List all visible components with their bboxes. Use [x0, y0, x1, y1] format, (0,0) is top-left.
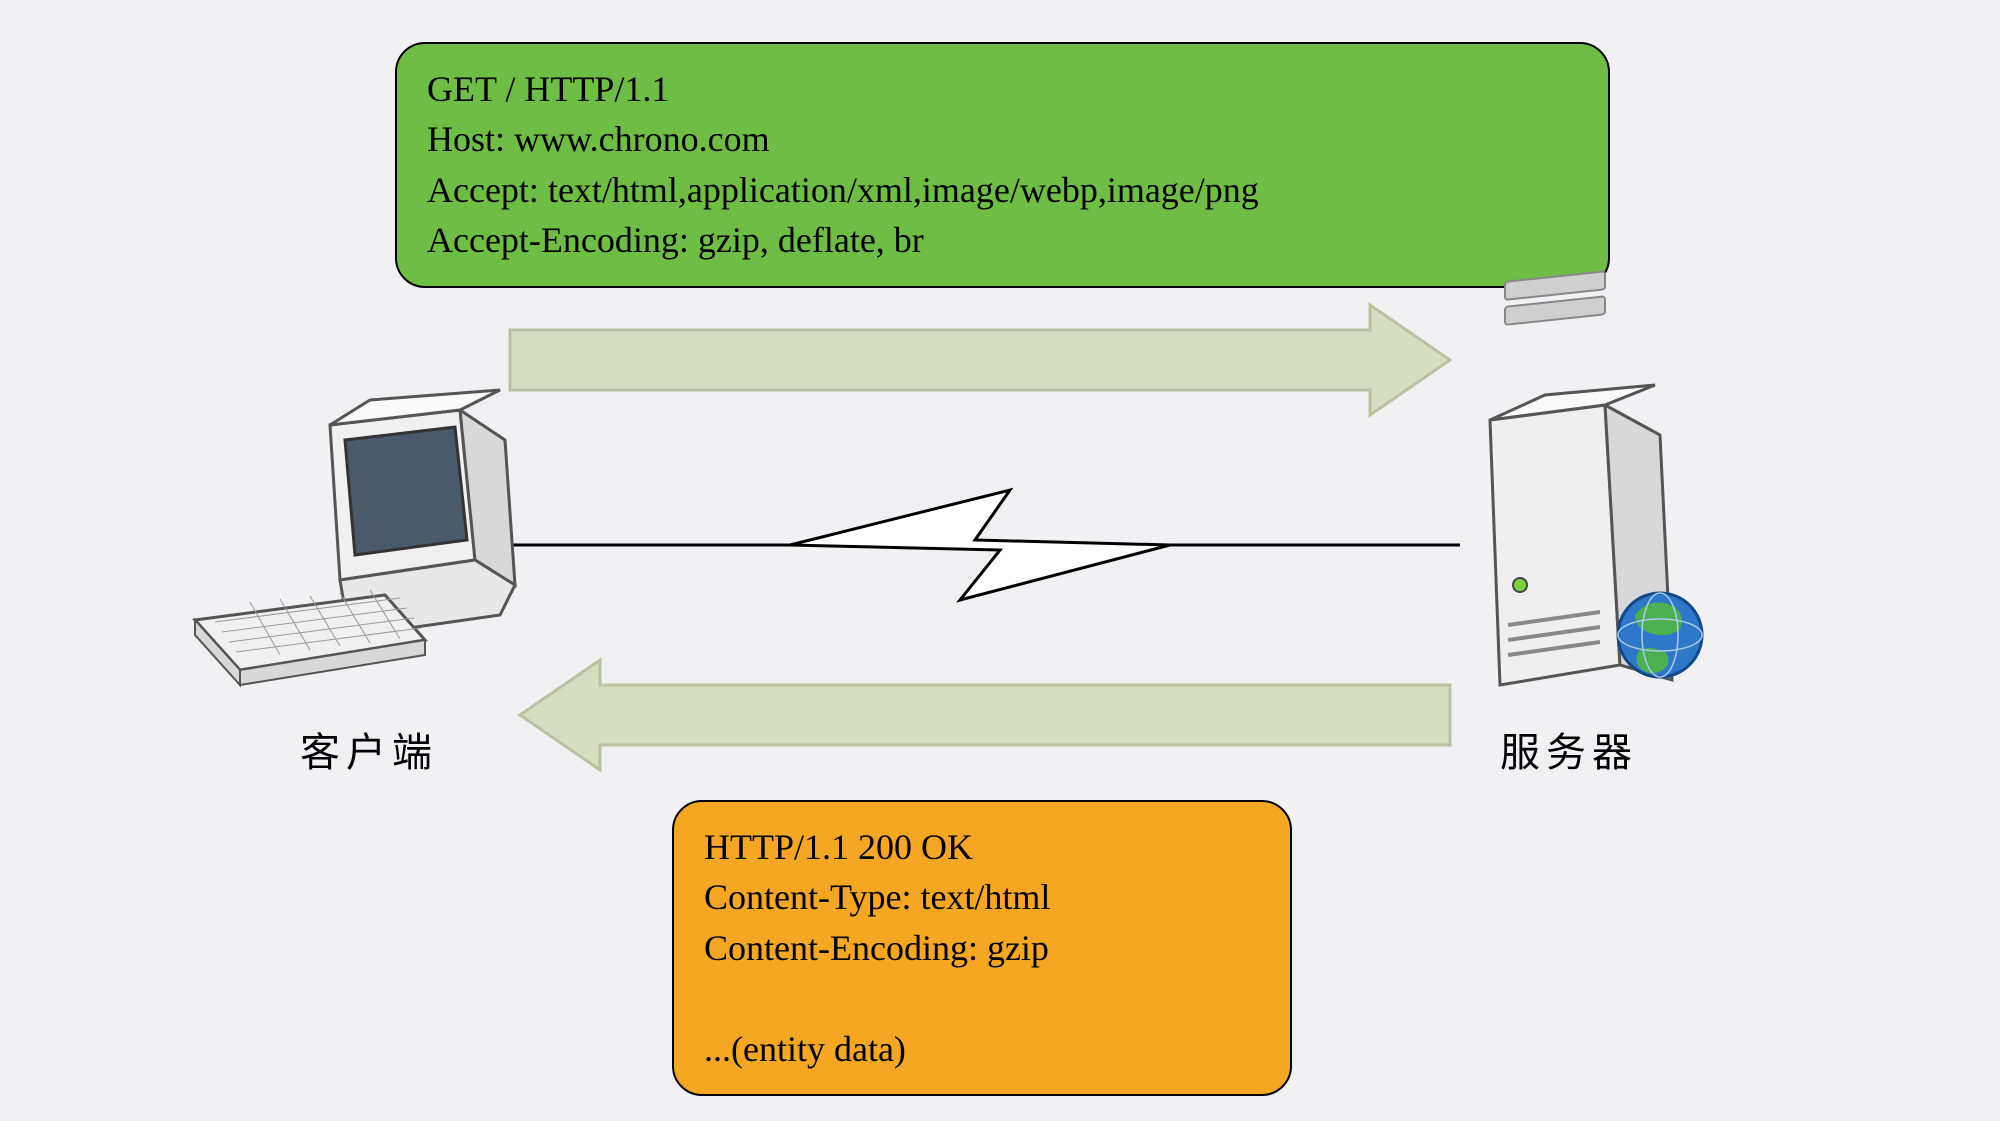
request-arrow-icon — [510, 305, 1450, 415]
http-response-box: HTTP/1.1 200 OK Content-Type: text/html … — [672, 800, 1292, 1096]
client-label: 客户端 — [300, 720, 438, 778]
server-icon — [1490, 271, 1702, 685]
client-computer-icon — [195, 390, 515, 685]
connection-line-icon — [470, 490, 1460, 600]
globe-icon — [1618, 593, 1702, 677]
response-arrow-icon — [520, 660, 1450, 770]
http-request-box: GET / HTTP/1.1 Host: www.chrono.com Acce… — [395, 42, 1610, 288]
server-label: 服务器 — [1500, 720, 1638, 778]
